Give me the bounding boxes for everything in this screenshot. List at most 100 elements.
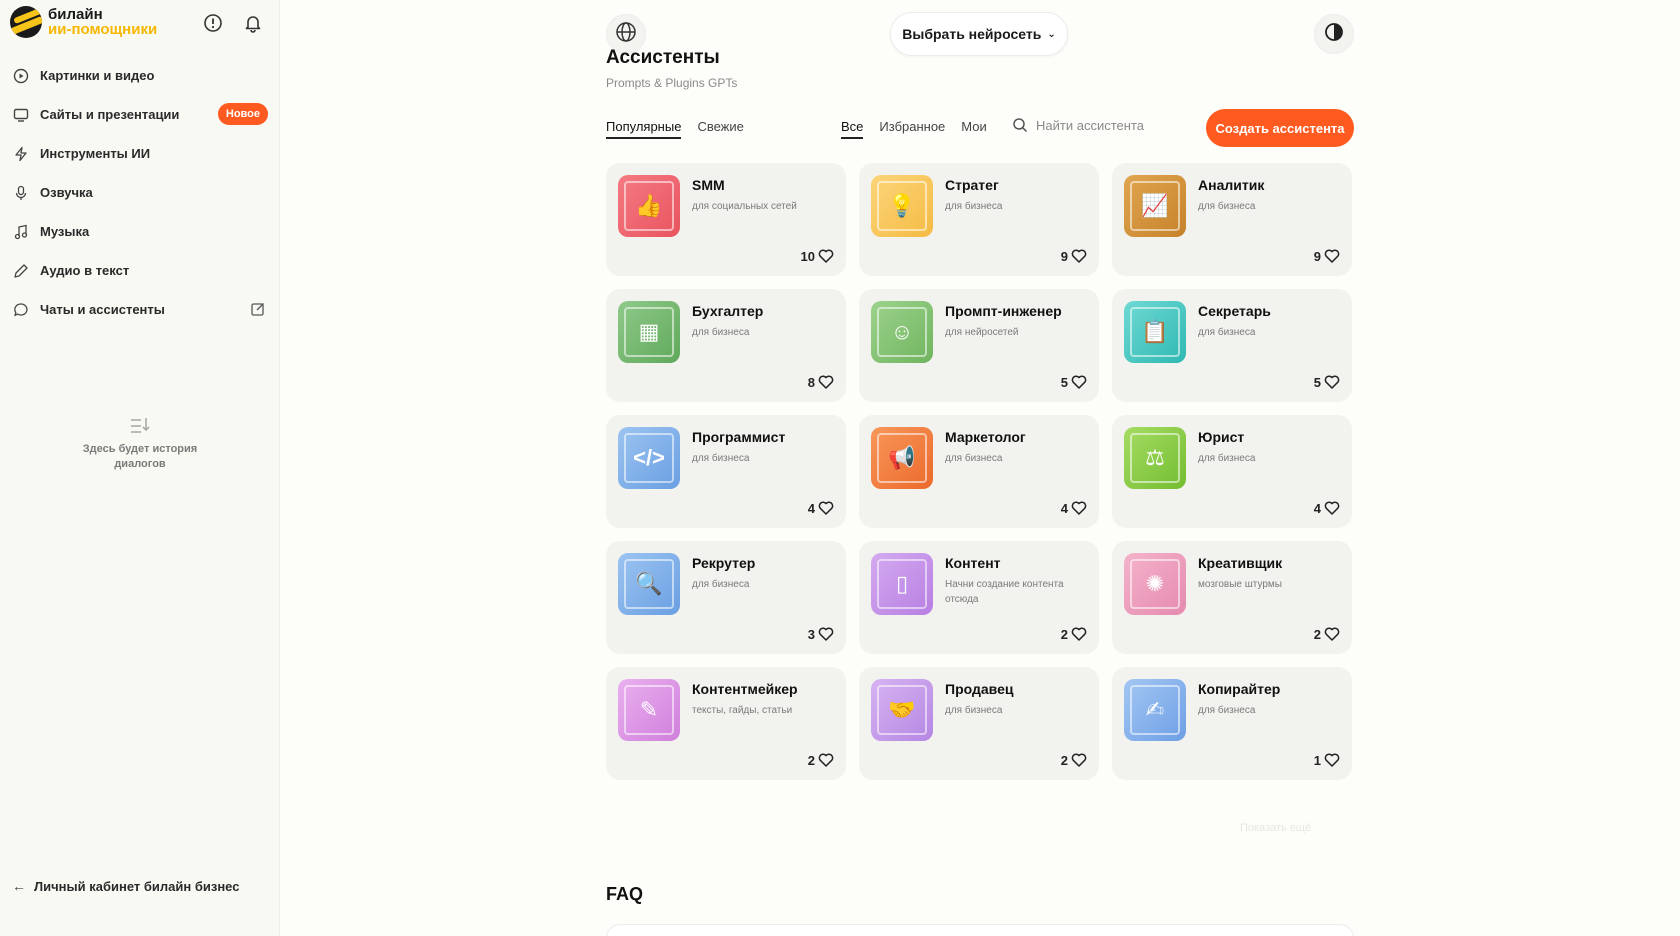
assistant-card[interactable]: ▦ Бухгалтер для бизнеса 8: [606, 289, 846, 402]
tab-fresh[interactable]: Свежие: [697, 119, 743, 139]
assistant-subtitle: для бизнеса: [945, 705, 1003, 716]
assistant-icon: 🔍: [635, 571, 663, 596]
like-button[interactable]: 2: [1061, 626, 1087, 642]
create-assistant-button[interactable]: Создать ассистента: [1206, 109, 1354, 147]
like-button[interactable]: 4: [808, 500, 834, 516]
like-button[interactable]: 5: [1314, 374, 1340, 390]
assistant-card[interactable]: ▯ Контент Начни создание контента отсюда 2: [859, 541, 1099, 654]
business-account-link[interactable]: ← Личный кабинет билайн бизнес: [12, 878, 239, 894]
assistants-grid: 👍 SMM для социальных сетей 10 💡 Стратег для би…: [606, 163, 1354, 780]
assistant-subtitle: для бизнеса: [1198, 201, 1256, 212]
like-button[interactable]: 8: [808, 374, 834, 390]
heart-icon: [818, 501, 834, 515]
assistant-icon: </>: [633, 445, 665, 470]
assistant-card[interactable]: 📈 Аналитик для бизнеса 9: [1112, 163, 1352, 276]
like-button[interactable]: 3: [808, 626, 834, 642]
like-count: 2: [1313, 626, 1321, 642]
assistant-card[interactable]: 📋 Секретарь для бизнеса 5: [1112, 289, 1352, 402]
new-chat-icon[interactable]: [250, 301, 266, 317]
assistant-image: 📈: [1124, 175, 1186, 237]
bell-icon[interactable]: [242, 12, 264, 34]
like-count: 5: [1313, 374, 1321, 390]
show-more-button[interactable]: Показать ещё: [1240, 822, 1311, 834]
like-button[interactable]: 9: [1314, 248, 1340, 264]
page-title: Ассистенты: [606, 47, 720, 68]
like-button[interactable]: 9: [1061, 248, 1087, 264]
assistant-icon: 📈: [1141, 193, 1169, 218]
assistant-icon: ✍: [1145, 697, 1165, 722]
assistant-title: Стратег: [945, 177, 999, 193]
assistant-icon: 👍: [635, 193, 663, 218]
sidebar-item-label: Чаты и ассистенты: [40, 302, 165, 317]
like-count: 2: [1060, 752, 1068, 768]
filter-all[interactable]: Все: [841, 119, 864, 139]
assistant-subtitle: для нейросетей: [945, 327, 1019, 338]
heart-icon: [1324, 753, 1340, 767]
heart-icon: [818, 249, 834, 263]
assistant-card[interactable]: ✺ Креативщик мозговые штурмы 2: [1112, 541, 1352, 654]
assistant-subtitle: для бизнеса: [945, 453, 1003, 464]
heart-icon: [818, 753, 834, 767]
assistant-card[interactable]: 💡 Стратег для бизнеса 9: [859, 163, 1099, 276]
like-count: 10: [800, 248, 815, 264]
filter-favorites[interactable]: Избранное: [879, 119, 945, 139]
assistant-title: SMM: [692, 177, 725, 193]
search-placeholder: Найти ассистента: [1036, 117, 1144, 133]
sidebar-item-chats-assistants[interactable]: Чаты и ассистенты: [12, 290, 268, 329]
assistant-subtitle: для бизнеса: [692, 453, 750, 464]
assistant-card[interactable]: ✍ Копирайтер для бизнеса 1: [1112, 667, 1352, 780]
tab-popular[interactable]: Популярные: [606, 119, 682, 139]
heart-icon: [1071, 627, 1087, 641]
filter-mine[interactable]: Мои: [961, 119, 986, 139]
theme-toggle[interactable]: [1314, 14, 1354, 54]
model-select[interactable]: Выбрать нейросеть ⌄: [890, 12, 1068, 56]
like-button[interactable]: 2: [808, 752, 834, 768]
assistant-card[interactable]: 🔍 Рекрутер для бизнеса 3: [606, 541, 846, 654]
like-button[interactable]: 5: [1061, 374, 1087, 390]
brand-logo[interactable]: билайн ии-помощники: [10, 6, 157, 38]
sort-tabs: Популярные Свежие: [606, 119, 760, 139]
sidebar-item-audio-to-text[interactable]: Аудио в текст: [12, 251, 268, 290]
assistant-card[interactable]: ⚖ Юрист для бизнеса 4: [1112, 415, 1352, 528]
sidebar-item-voiceover[interactable]: Озвучка: [12, 173, 268, 212]
like-count: 2: [807, 752, 815, 768]
assistant-title: Юрист: [1198, 429, 1245, 445]
assistant-card[interactable]: 👍 SMM для социальных сетей 10: [606, 163, 846, 276]
info-icon[interactable]: [202, 12, 224, 34]
like-count: 1: [1313, 752, 1321, 768]
sidebar-item-ai-tools[interactable]: Инструменты ИИ: [12, 134, 268, 173]
assistant-image: ✎: [618, 679, 680, 741]
like-button[interactable]: 2: [1314, 626, 1340, 642]
assistant-card[interactable]: </> Программист для бизнеса 4: [606, 415, 846, 528]
like-button[interactable]: 2: [1061, 752, 1087, 768]
assistant-title: Креативщик: [1198, 555, 1283, 571]
assistant-card[interactable]: ✎ Контентмейкер тексты, гайды, статьи 2: [606, 667, 846, 780]
assistant-icon: 🤝: [888, 697, 916, 722]
sidebar-item-label: Аудио в текст: [40, 263, 130, 278]
assistant-icon: ▯: [895, 571, 909, 596]
assistant-title: Секретарь: [1198, 303, 1271, 319]
assistant-title: Маркетолог: [945, 429, 1026, 445]
search-field[interactable]: Найти ассистента: [1012, 117, 1192, 133]
lightning-icon: [12, 145, 30, 163]
sidebar-item-sites-presentations[interactable]: Сайты и презентации Новое: [12, 95, 268, 134]
like-button[interactable]: 1: [1314, 752, 1340, 768]
assistant-title: Контент: [945, 555, 1001, 571]
assistant-card[interactable]: ☺ Промпт-инженер для нейросетей 5: [859, 289, 1099, 402]
brand-name: билайн: [48, 6, 103, 23]
faq-item[interactable]: [606, 924, 1354, 936]
sidebar-item-images-video[interactable]: Картинки и видео: [12, 56, 268, 95]
assistant-card[interactable]: 📢 Маркетолог для бизнеса 4: [859, 415, 1099, 528]
like-button[interactable]: 10: [801, 248, 834, 264]
assistant-title: Рекрутер: [692, 555, 756, 571]
assistant-icon: ▦: [638, 319, 660, 344]
play-circle-icon: [12, 67, 30, 85]
assistant-image: 📋: [1124, 301, 1186, 363]
like-count: 9: [1313, 248, 1321, 264]
like-button[interactable]: 4: [1314, 500, 1340, 516]
like-button[interactable]: 4: [1061, 500, 1087, 516]
sidebar-item-music[interactable]: Музыка: [12, 212, 268, 251]
assistant-card[interactable]: 🤝 Продавец для бизнеса 2: [859, 667, 1099, 780]
sidebar-item-label: Сайты и презентации: [40, 107, 180, 122]
microphone-icon: [12, 184, 30, 202]
